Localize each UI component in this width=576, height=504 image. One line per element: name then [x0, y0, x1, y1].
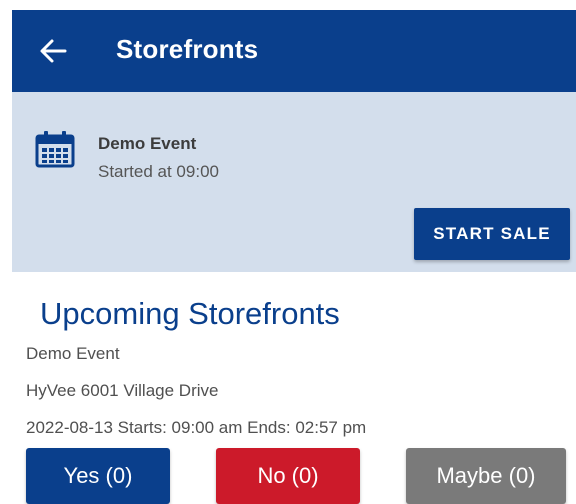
upcoming-event-schedule: 2022-08-13 Starts: 09:00 am Ends: 02:57 … [26, 418, 367, 437]
maybe-button[interactable]: Maybe (0) [406, 448, 566, 504]
no-button[interactable]: No (0) [216, 448, 360, 504]
start-sale-button[interactable]: START SALE [414, 208, 570, 260]
upcoming-event-location: HyVee 6001 Village Drive [26, 381, 219, 400]
storefronts-screen: Storefronts Demo Event Started at 09:00 … [0, 0, 576, 504]
event-start-time: Started at 09:00 [98, 162, 219, 181]
upcoming-storefronts-heading: Upcoming Storefronts [40, 296, 340, 331]
calendar-icon [34, 129, 76, 169]
event-name: Demo Event [98, 134, 197, 153]
page-title: Storefronts [116, 34, 259, 64]
current-event-card: Demo Event Started at 09:00 START SALE [12, 92, 576, 272]
app-bar: Storefronts [12, 10, 576, 92]
arrow-left-icon[interactable] [38, 38, 68, 64]
yes-button[interactable]: Yes (0) [26, 448, 170, 504]
upcoming-event-name: Demo Event [26, 344, 120, 363]
